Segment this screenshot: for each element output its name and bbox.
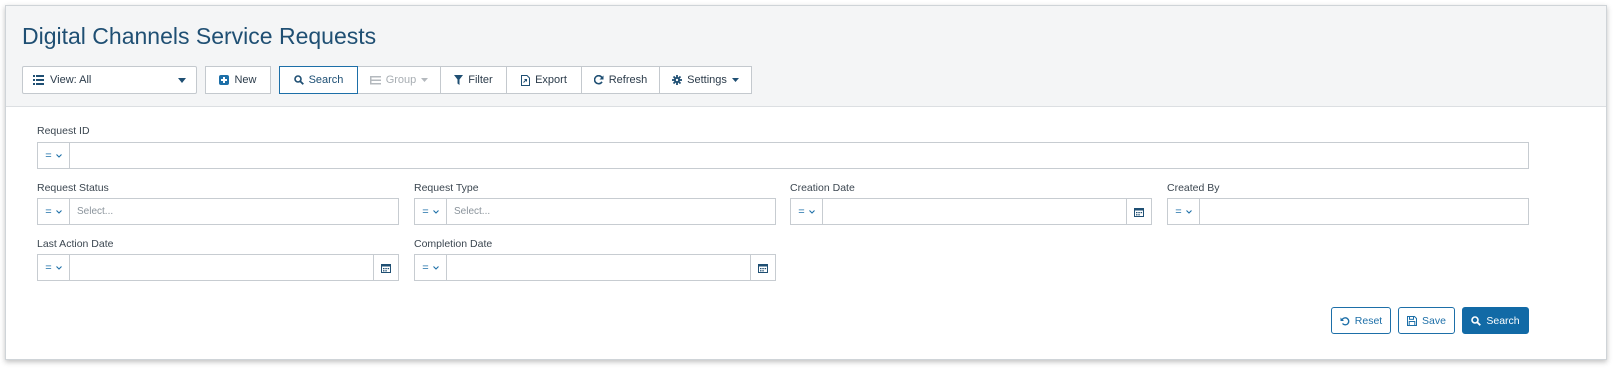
completion-date-calendar-button[interactable] [750,255,775,280]
request-type-label: Request Type [414,182,479,194]
completion-date-field: = [414,254,776,281]
operator-symbol: = [1175,205,1182,218]
page-title: Digital Channels Service Requests [22,23,377,49]
search-icon [293,75,304,85]
save-button-label: Save [1422,314,1446,327]
chevron-down-icon [432,265,439,270]
filter-button-label: Filter [468,74,493,86]
view-select[interactable]: View: All [22,66,197,94]
chevron-down-icon [808,209,815,214]
calendar-icon [1134,207,1144,217]
export-icon [521,74,531,86]
page-header: Digital Channels Service Requests View: … [6,6,1606,107]
creation-date-label: Creation Date [790,182,855,194]
search-icon [1471,315,1482,326]
app-window: Digital Channels Service Requests View: … [5,5,1607,360]
chevron-down-icon [55,153,62,158]
group-list-icon [369,75,381,84]
reset-button[interactable]: Reset [1331,307,1391,334]
last-action-date-label: Last Action Date [37,238,114,250]
request-status-label: Request Status [37,182,109,194]
request-id-field: = [37,142,1529,169]
created-by-input[interactable] [1200,199,1528,224]
refresh-button-label: Refresh [608,74,648,86]
request-id-input[interactable] [70,143,1528,168]
completion-date-input[interactable] [447,255,750,280]
operator-symbol: = [45,205,52,218]
last-action-date-operator[interactable]: = [38,255,70,280]
request-status-field: = Select... [37,198,399,225]
undo-icon [1340,316,1350,326]
completion-date-operator[interactable]: = [415,255,447,280]
filter-button[interactable]: Filter [440,66,507,94]
search-submit-label: Search [1486,314,1520,327]
operator-symbol: = [45,149,52,162]
creation-date-field: = [790,198,1152,225]
view-select-label: View: All [50,74,92,86]
toolbar: View: All New Search Group Filter Export… [22,66,752,94]
request-type-operator[interactable]: = [415,199,447,224]
operator-symbol: = [45,261,52,274]
search-button-label: Search [308,74,344,86]
request-type-field: = Select... [414,198,776,225]
calendar-icon [758,263,768,273]
export-button-label: Export [535,74,567,86]
completion-date-label: Completion Date [414,238,493,250]
calendar-icon [381,263,391,273]
request-id-operator[interactable]: = [38,143,70,168]
request-id-label: Request ID [37,125,90,137]
created-by-label: Created By [1167,182,1220,194]
save-button[interactable]: Save [1398,307,1455,334]
filter-icon [454,75,464,85]
operator-symbol: = [798,205,805,218]
creation-date-operator[interactable]: = [791,199,823,224]
new-button-label: New [234,74,257,86]
new-button[interactable]: New [205,66,271,94]
request-status-operator[interactable]: = [38,199,70,224]
caret-down-icon [731,78,739,82]
floppy-icon [1407,315,1418,326]
caret-down-icon [421,78,429,82]
chevron-down-icon [1185,209,1192,214]
operator-symbol: = [422,205,429,218]
last-action-date-input[interactable] [70,255,373,280]
chevron-down-icon [55,209,62,214]
reset-button-label: Reset [1354,314,1383,327]
created-by-operator[interactable]: = [1168,199,1200,224]
request-type-select[interactable]: Select... [447,199,775,224]
plus-square-icon [219,75,230,85]
gear-icon [672,75,683,85]
last-action-date-field: = [37,254,399,281]
created-by-field: = [1167,198,1529,225]
search-button[interactable]: Search [279,66,358,94]
search-submit-button[interactable]: Search [1462,307,1529,334]
creation-date-calendar-button[interactable] [1126,199,1151,224]
refresh-icon [593,75,604,85]
settings-button-label: Settings [687,74,727,86]
toolbar-button-group: Search Group Filter Export Refresh Setti… [279,66,752,94]
export-button[interactable]: Export [506,66,582,94]
request-status-select[interactable]: Select... [70,199,398,224]
settings-button[interactable]: Settings [659,66,752,94]
last-action-date-calendar-button[interactable] [373,255,398,280]
caret-down-icon [178,77,186,83]
operator-symbol: = [422,261,429,274]
list-icon [33,75,44,85]
group-button[interactable]: Group [357,66,441,94]
refresh-button[interactable]: Refresh [581,66,660,94]
chevron-down-icon [55,265,62,270]
group-button-label: Group [385,74,417,86]
creation-date-input[interactable] [823,199,1126,224]
chevron-down-icon [432,209,439,214]
